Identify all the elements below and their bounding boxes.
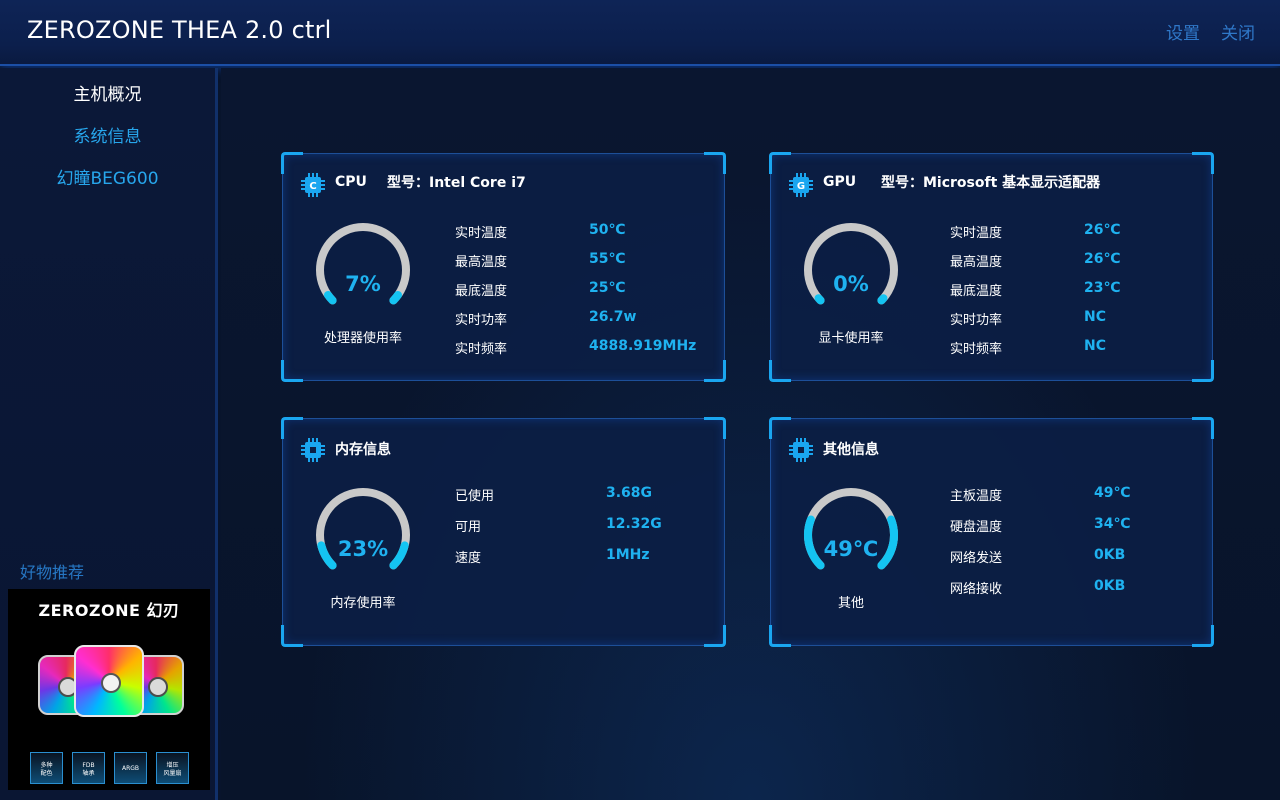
stat-label: 实时温度 [950,226,1003,241]
cpu-model: 型号：Intel Core i7 [387,175,526,191]
settings-button[interactable]: 设置 [1166,19,1200,44]
stat-row: 硬盘温度 34℃ [950,516,1210,536]
main-content: C CPU 型号：Intel Core i7 7% 处理器使用率 实时温度 50℃… [221,68,1280,800]
stat-value: 4888.919MHz [589,338,697,354]
stat-value: 26.7w [589,309,637,325]
stat-label: 网络接收 [950,582,1003,597]
stat-label: 网络发送 [950,551,1003,566]
feature-badge: 多种 配色 [30,752,63,784]
stat-row: 实时功率 26.7w [455,309,715,329]
stat-label: 已使用 [455,489,495,504]
stat-value: 23℃ [1084,280,1121,296]
stat-value: 55℃ [589,251,626,267]
gauge-fill [814,294,825,305]
panel-title: GPU [823,174,857,190]
cpu-panel: C CPU 型号：Intel Core i7 7% 处理器使用率 实时温度 50℃… [281,152,726,382]
stat-label: 最底温度 [455,284,508,299]
memory-chip-icon [301,438,325,462]
title-bar: ZEROZONE THEA 2.0 ctrl 设置 关闭 [0,0,1280,66]
svg-text:G: G [797,181,805,192]
stat-row: 已使用 3.68G [455,485,715,505]
stat-label: 实时温度 [455,226,508,241]
stat-row: 实时频率 NC [950,338,1210,358]
promo-title: 好物推荐 [20,563,85,582]
promo-banner[interactable]: ZEROZONE 幻刃 多种 配色 FDB 轴承 ARGB 增压 风量扇 [8,589,210,790]
stat-value: NC [1084,338,1106,354]
stat-value: 34℃ [1094,516,1131,532]
stat-row: 实时温度 26℃ [950,222,1210,242]
stat-value: 0KB [1094,578,1126,594]
close-button[interactable]: 关闭 [1221,19,1255,44]
stat-row: 网络接收 0KB [950,578,1210,598]
stat-value: 25℃ [589,280,626,296]
memory-usage-value: 23% [337,537,389,561]
gpu-usage-caption: 显卡使用率 [818,331,884,346]
memory-usage-caption: 内存使用率 [330,596,396,611]
cpu-usage-value: 7% [345,272,381,296]
app-title: ZEROZONE THEA 2.0 ctrl [27,16,332,44]
stat-row: 可用 12.32G [455,516,715,536]
sidebar-item-beg600[interactable]: 幻瞳BEG600 [0,164,215,189]
panel-title: 内存信息 [335,442,391,458]
stat-row: 最高温度 55℃ [455,251,715,271]
stat-row: 主板温度 49℃ [950,485,1210,505]
feature-badge: FDB 轴承 [72,752,105,784]
gpu-gauge [804,223,898,305]
other-chip-icon [789,438,813,462]
sidebar-item-overview[interactable]: 主机概况 [0,80,215,105]
stat-value: 50℃ [589,222,626,238]
stat-row: 网络发送 0KB [950,547,1210,567]
cpu-gauge [316,223,410,305]
stat-value: 3.68G [606,485,653,501]
gpu-panel: G GPU 型号：Microsoft 基本显示适配器 0% 显卡使用率 实时温度… [769,152,1214,382]
stat-label: 最底温度 [950,284,1003,299]
gpu-usage-value: 0% [833,272,869,296]
sidebar: 主机概况 系统信息 幻瞳BEG600 好物推荐 ZEROZONE 幻刃 多种 配… [0,68,218,800]
stat-label: 实时频率 [455,342,508,357]
other-gauge [804,488,898,570]
stat-row: 最底温度 25℃ [455,280,715,300]
cpu-usage-caption: 处理器使用率 [323,331,402,346]
stat-label: 实时功率 [455,313,508,328]
stat-label: 速度 [455,551,482,566]
stat-label: 主板温度 [950,489,1003,504]
stat-label: 实时功率 [950,313,1003,328]
feature-badge: ARGB [114,752,147,784]
other-value: 49℃ [823,537,879,561]
stat-value: 49℃ [1094,485,1131,501]
feature-badge: 增压 风量扇 [156,752,189,784]
stat-value: 1MHz [606,547,650,563]
panel-title: CPU [335,174,367,190]
gpu-model: 型号：Microsoft 基本显示适配器 [881,175,1101,191]
promo-product-name: ZEROZONE 幻刃 [38,601,180,620]
other-panel: 其他信息 49℃ 其他 主板温度 49℃ 硬盘温度 34℃ 网络发送 0KB 网络接收… [769,417,1214,647]
stat-value: 0KB [1094,547,1126,563]
stat-label: 最高温度 [950,255,1003,270]
stat-row: 实时功率 NC [950,309,1210,329]
stat-row: 实时频率 4888.919MHz [455,338,715,358]
stat-label: 最高温度 [455,255,508,270]
stat-row: 速度 1MHz [455,547,715,567]
sidebar-item-system-info[interactable]: 系统信息 [0,122,215,147]
stat-label: 可用 [455,520,482,535]
stat-row: 最高温度 26℃ [950,251,1210,271]
stat-label: 实时频率 [950,342,1003,357]
stat-value: 26℃ [1084,251,1121,267]
stat-value: 26℃ [1084,222,1121,238]
other-caption: 其他 [837,596,864,611]
stat-value: 12.32G [606,516,662,532]
stat-row: 实时温度 50℃ [455,222,715,242]
fan-image-center [74,645,144,717]
stat-row: 最底温度 23℃ [950,280,1210,300]
memory-gauge [316,488,410,570]
stat-value: NC [1084,309,1106,325]
svg-text:C: C [309,181,316,192]
cpu-chip-icon: C [301,173,325,197]
gpu-chip-icon: G [789,173,813,197]
stat-label: 硬盘温度 [950,520,1003,535]
gauge-fill [877,294,888,305]
panel-title: 其他信息 [823,442,879,458]
memory-panel: 内存信息 23% 内存使用率 已使用 3.68G 可用 12.32G 速度 1MHz [281,417,726,647]
